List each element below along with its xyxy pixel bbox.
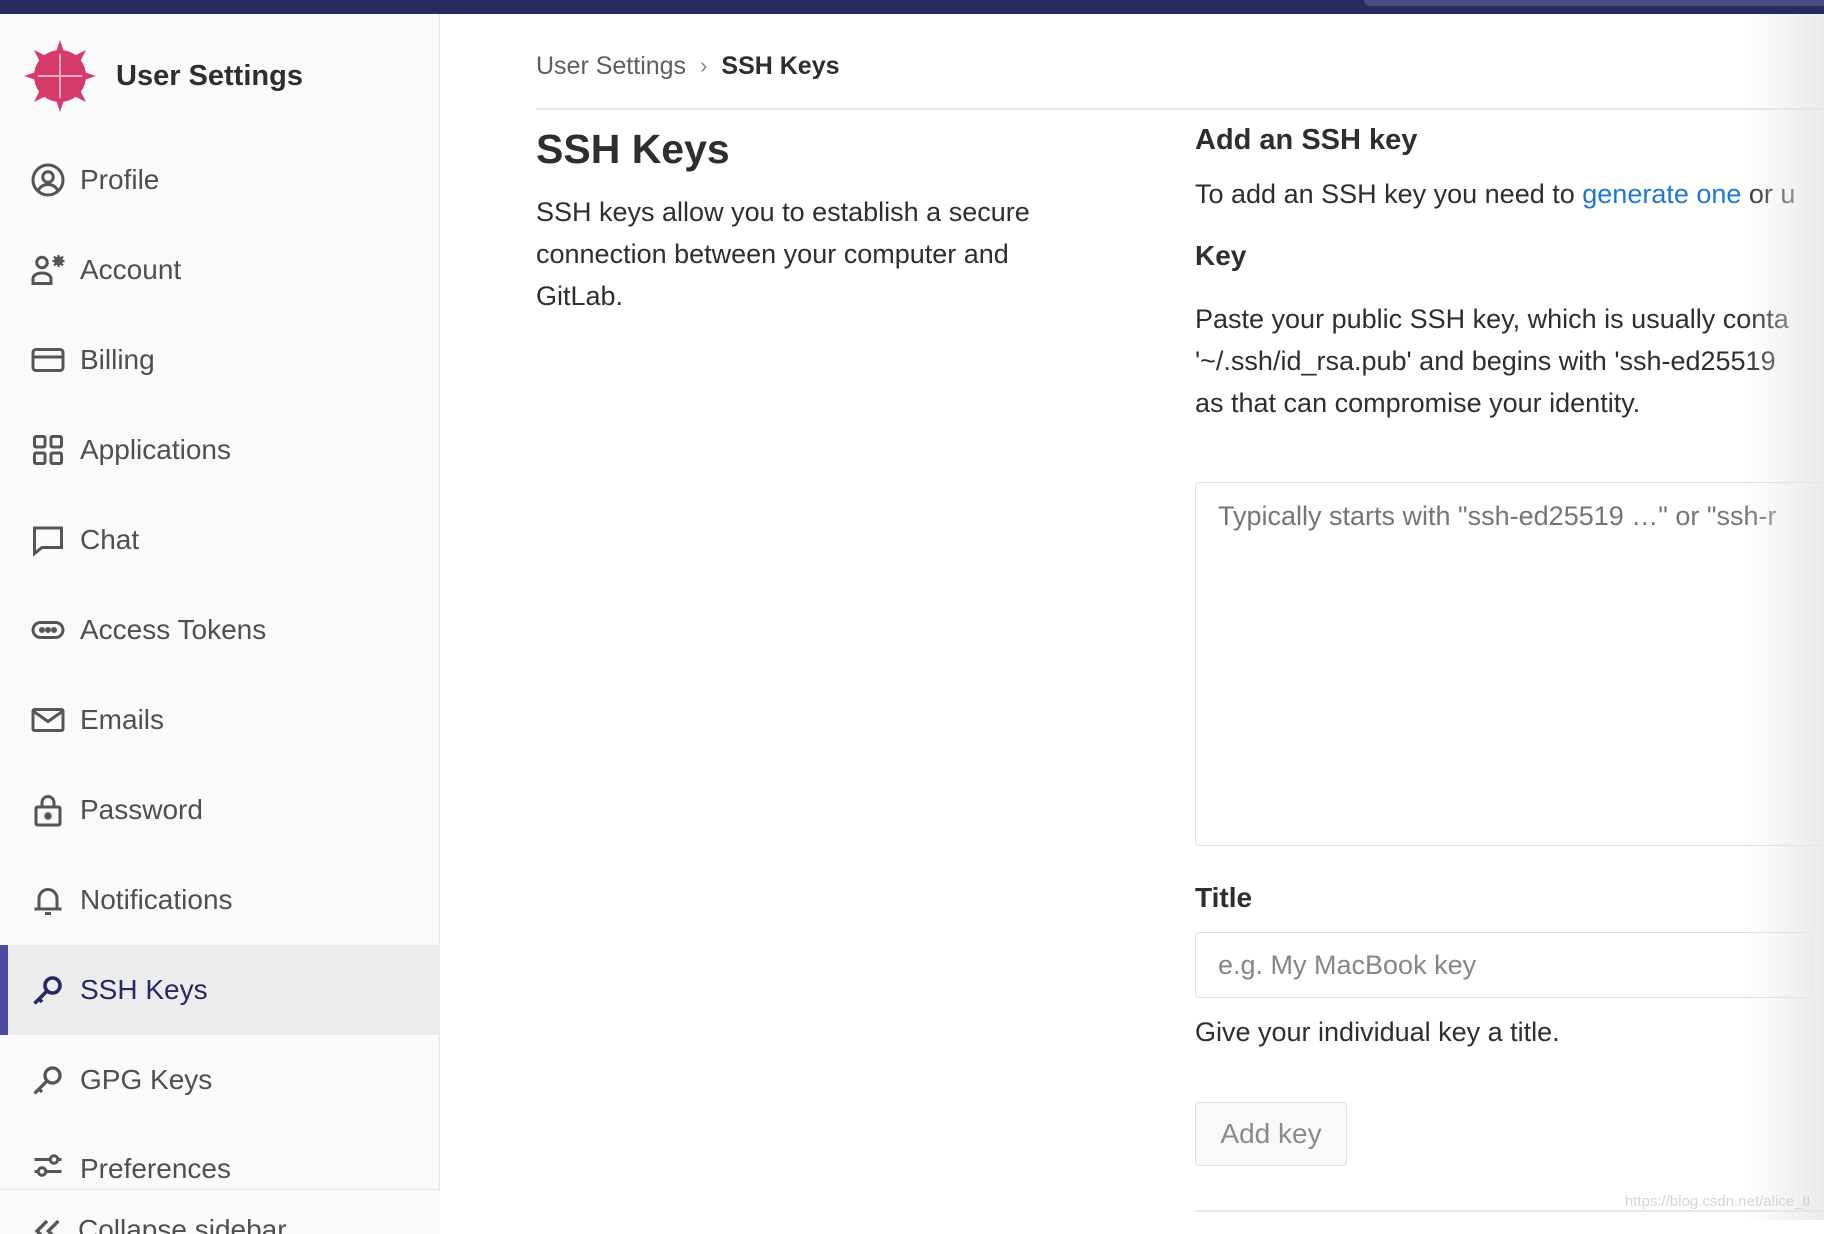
- divider: [536, 108, 1824, 110]
- generate-one-link[interactable]: generate one: [1582, 179, 1741, 209]
- bell-icon: [30, 882, 66, 918]
- breadcrumb: User Settings › SSH Keys: [536, 46, 840, 86]
- collapse-sidebar-label: Collapse sidebar: [78, 1214, 287, 1234]
- user-avatar-logo: [22, 38, 98, 114]
- sidebar-item-label: Preferences: [80, 1153, 231, 1185]
- page-title: SSH Keys: [536, 126, 1096, 173]
- sidebar-item-chat[interactable]: Chat: [0, 495, 440, 585]
- sidebar-title: User Settings: [116, 60, 303, 93]
- sidebar-nav: Profile Account Billing Applications Cha…: [0, 135, 440, 1185]
- search-bar[interactable]: [1364, 0, 1824, 6]
- access-tokens-icon: [30, 612, 66, 648]
- settings-sidebar: User Settings Profile Account Billing Ap…: [0, 14, 440, 1220]
- sidebar-item-profile[interactable]: Profile: [0, 135, 440, 225]
- account-icon: [30, 252, 66, 288]
- key-icon: [30, 1062, 66, 1098]
- sidebar-item-password[interactable]: Password: [0, 765, 440, 855]
- sidebar-item-label: GPG Keys: [80, 1064, 212, 1096]
- top-navbar: [0, 0, 1824, 14]
- breadcrumb-current[interactable]: SSH Keys: [721, 52, 839, 81]
- form-heading: Add an SSH key: [1195, 124, 1824, 157]
- sidebar-item-label: Applications: [80, 434, 231, 466]
- sidebar-header[interactable]: User Settings: [22, 36, 303, 116]
- sidebar-item-ssh-keys[interactable]: SSH Keys: [0, 945, 440, 1035]
- breadcrumb-chevron-icon: ›: [700, 53, 707, 79]
- sidebar-item-label: Notifications: [80, 884, 233, 916]
- page-description: SSH keys allow you to establish a secure…: [536, 191, 1096, 317]
- key-label: Key: [1195, 240, 1824, 272]
- double-chevron-left-icon: [30, 1214, 64, 1234]
- add-ssh-key-form: Add an SSH key To add an SSH key you nee…: [1195, 124, 1824, 424]
- form-intro-text: To add an SSH key you need to: [1195, 179, 1582, 209]
- sidebar-item-access-tokens[interactable]: Access Tokens: [0, 585, 440, 675]
- preferences-icon: [30, 1149, 66, 1185]
- emails-icon: [30, 702, 66, 738]
- title-input[interactable]: [1195, 932, 1812, 998]
- sidebar-item-label: Billing: [80, 344, 155, 376]
- sidebar-item-billing[interactable]: Billing: [0, 315, 440, 405]
- lock-icon: [30, 792, 66, 828]
- sidebar-item-label: Account: [80, 254, 181, 286]
- key-help-text: Paste your public SSH key, which is usua…: [1195, 298, 1824, 424]
- key-textarea[interactable]: [1195, 482, 1824, 846]
- sidebar-item-label: Password: [80, 794, 203, 826]
- form-intro-suffix: or u: [1741, 179, 1795, 209]
- ssh-keys-intro: SSH Keys SSH keys allow you to establish…: [536, 126, 1096, 317]
- breadcrumb-parent-link[interactable]: User Settings: [536, 52, 686, 81]
- sidebar-item-account[interactable]: Account: [0, 225, 440, 315]
- key-help-line: '~/.ssh/id_rsa.pub' and begins with 'ssh…: [1195, 340, 1824, 382]
- add-key-button[interactable]: Add key: [1195, 1102, 1347, 1166]
- profile-icon: [30, 162, 66, 198]
- sidebar-item-applications[interactable]: Applications: [0, 405, 440, 495]
- divider: [1195, 1210, 1824, 1212]
- title-help-text: Give your individual key a title.: [1195, 1017, 1560, 1048]
- key-icon: [30, 972, 66, 1008]
- main-content: User Settings › SSH Keys SSH Keys SSH ke…: [536, 14, 1824, 1220]
- sidebar-item-label: SSH Keys: [80, 974, 208, 1006]
- applications-icon: [30, 432, 66, 468]
- title-label: Title: [1195, 882, 1252, 914]
- sidebar-item-label: Emails: [80, 704, 164, 736]
- key-help-line: Paste your public SSH key, which is usua…: [1195, 298, 1824, 340]
- sidebar-item-label: Access Tokens: [80, 614, 266, 646]
- sidebar-item-label: Chat: [80, 524, 139, 556]
- sidebar-item-label: Profile: [80, 164, 159, 196]
- sidebar-item-notifications[interactable]: Notifications: [0, 855, 440, 945]
- key-help-line: as that can compromise your identity.: [1195, 382, 1824, 424]
- form-intro: To add an SSH key you need to generate o…: [1195, 179, 1824, 210]
- billing-icon: [30, 342, 66, 378]
- sidebar-item-gpg-keys[interactable]: GPG Keys: [0, 1035, 440, 1125]
- collapse-sidebar-button[interactable]: Collapse sidebar: [0, 1189, 440, 1234]
- watermark: https://blog.csdn.net/alice_tl: [1625, 1193, 1810, 1210]
- chat-icon: [30, 522, 66, 558]
- sidebar-item-preferences[interactable]: Preferences: [0, 1125, 440, 1185]
- sidebar-item-emails[interactable]: Emails: [0, 675, 440, 765]
